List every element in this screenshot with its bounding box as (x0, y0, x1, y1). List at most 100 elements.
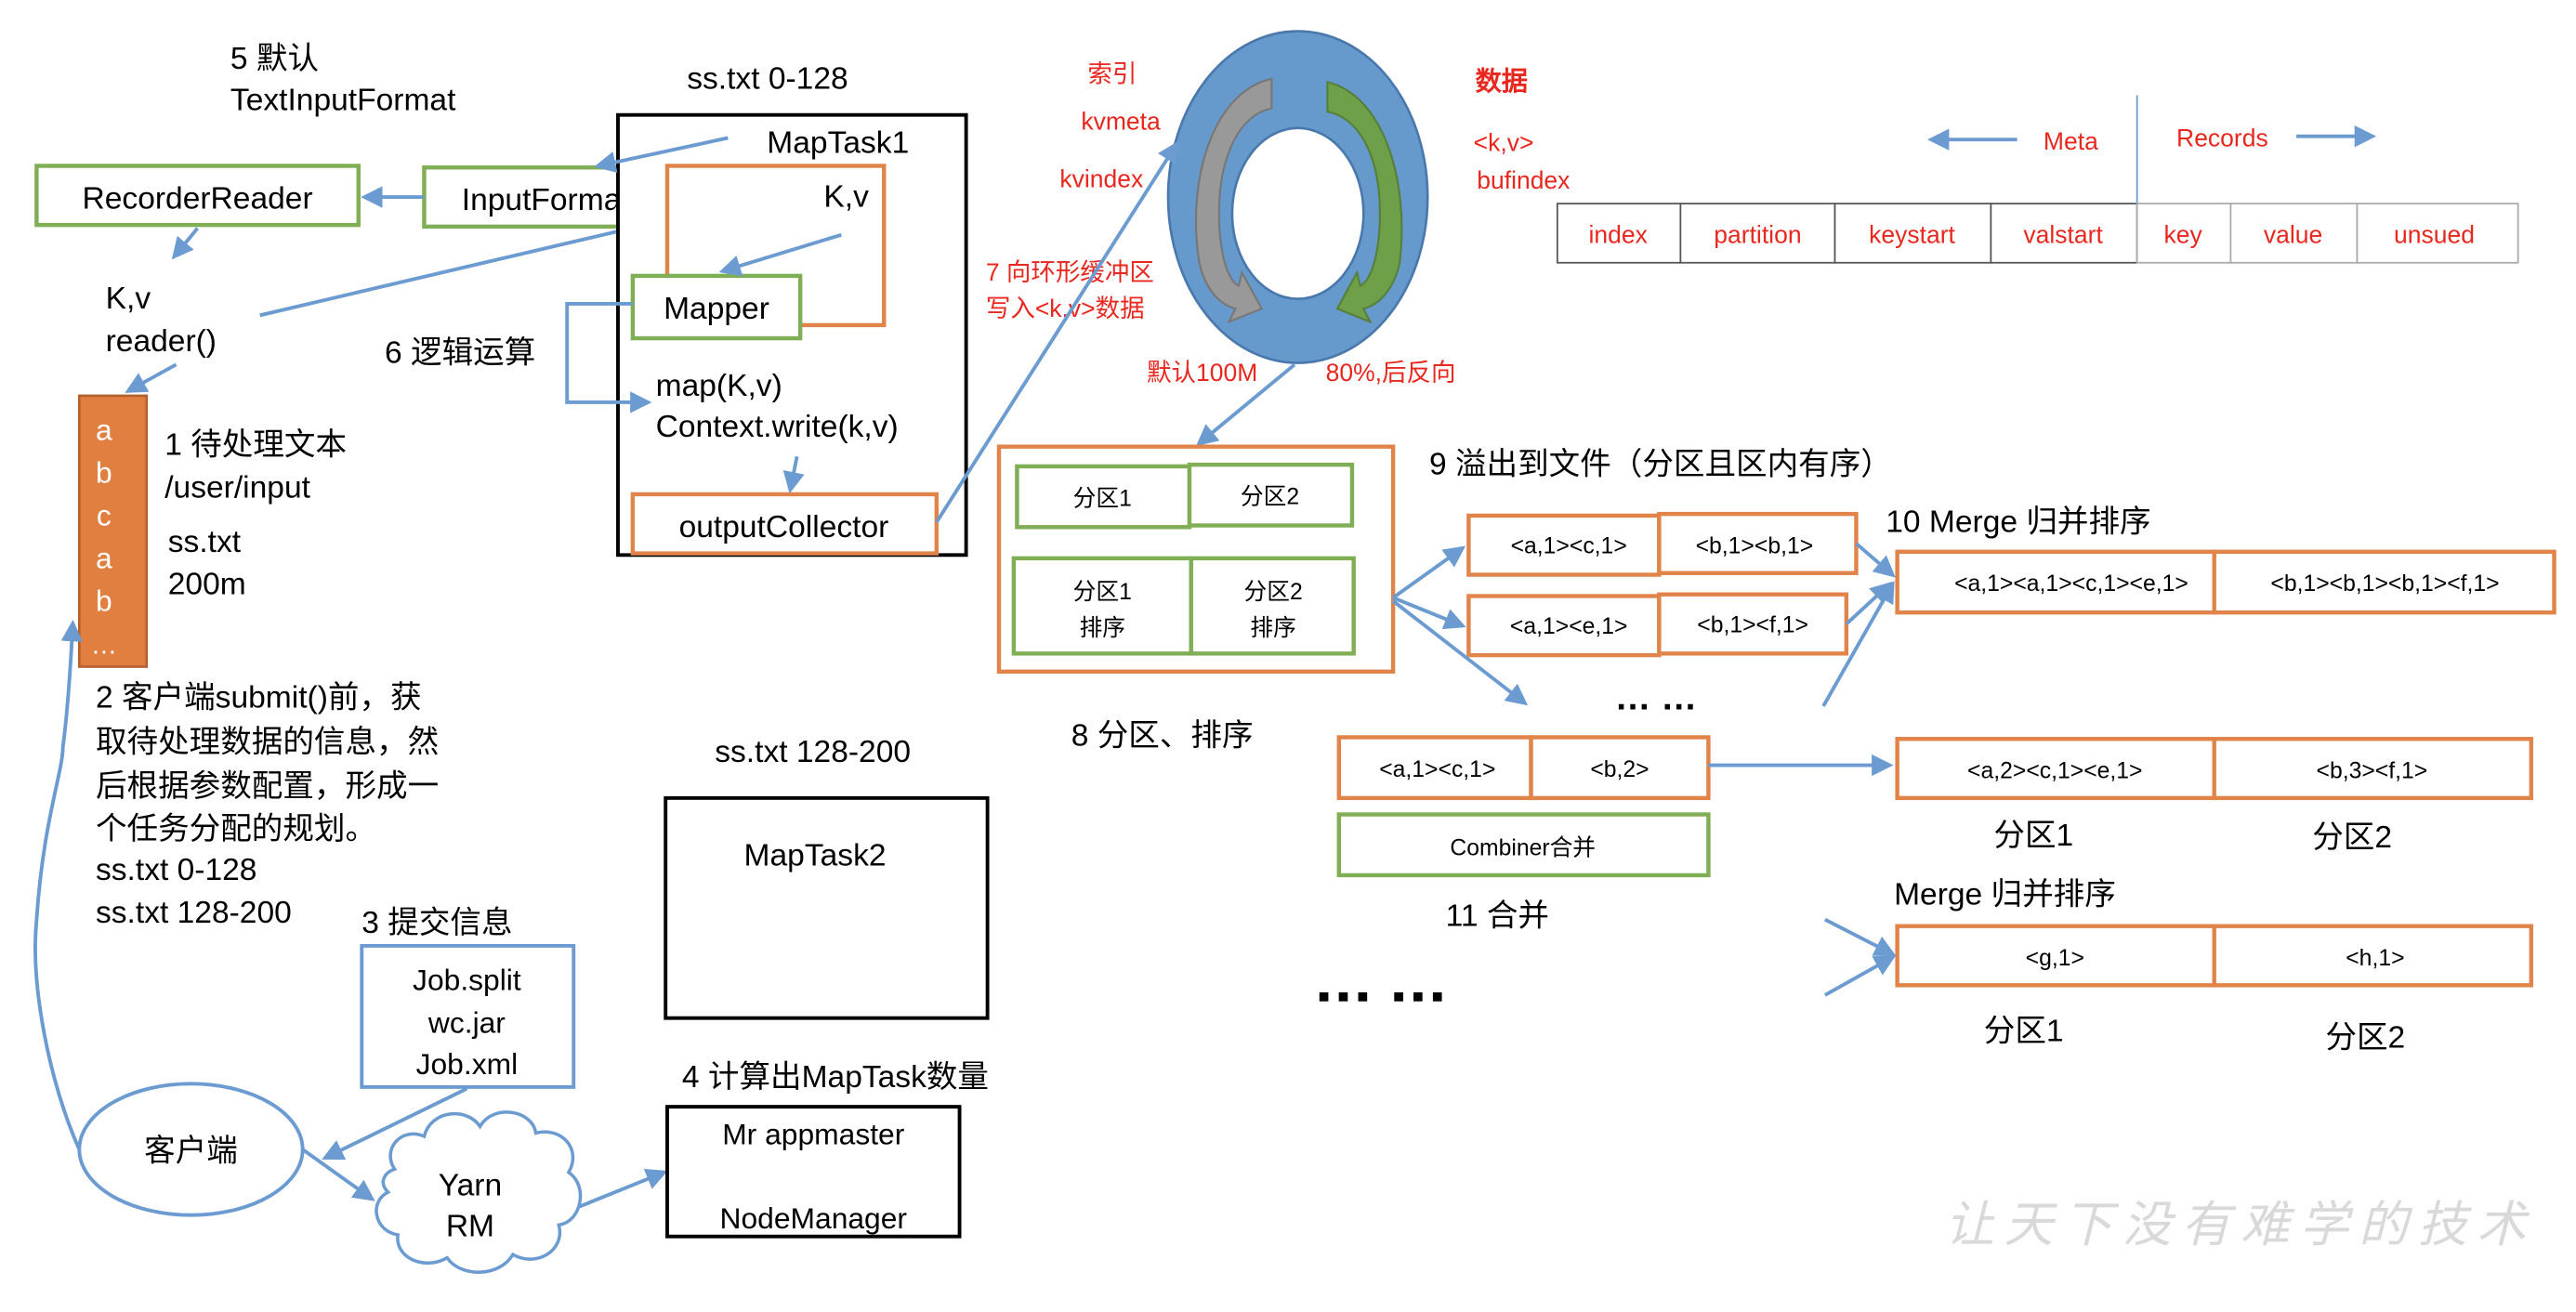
maptask2-box: MapTask2 (664, 795, 990, 1020)
result-partition2-label: 分区2 (2312, 820, 2392, 855)
partition1-label: 分区1 (1073, 485, 1132, 511)
arrow-client-to-file (33, 619, 83, 1150)
result-partition1-label: 分区1 (1993, 819, 2073, 853)
spill-cell: <b,1><b,1> (1696, 534, 1814, 559)
step1-size: 200m (168, 568, 246, 602)
combiner-label: Combiner合并 (1450, 835, 1596, 861)
output-collector-label: outputCollector (679, 510, 889, 544)
step7-line1: 7 向环形缓冲区 (986, 258, 1154, 286)
ring-data-label: 数据 (1475, 66, 1528, 96)
maptask2-title: MapTask2 (744, 838, 887, 872)
mapper-label: Mapper (664, 292, 769, 326)
nodemanager-label: NodeManager (720, 1201, 908, 1235)
step9-title: 9 溢出到文件（分区且区内有序） (1429, 447, 1892, 482)
step1-file: ss.txt (168, 525, 242, 559)
merge2-cell: <g,1> (2026, 946, 2084, 971)
arrow-to-merge2-b (1823, 955, 1897, 997)
table-cell: keystart (1869, 221, 1955, 249)
arrow-client-to-yarn (301, 1148, 375, 1201)
partition-sort-box: 分区1 分区2 分区1 排序 分区2 排序 (996, 444, 1396, 674)
step1-title: 1 待处理文本 (164, 427, 347, 463)
ring-kvmeta: kvmeta (1081, 108, 1161, 136)
spill-ellipsis: … … (1615, 677, 1698, 717)
step2-line: 后根据参数配置，形成一 (96, 768, 439, 804)
spill-file-1: <a,1><c,1> <b,1><b,1> (1466, 511, 1859, 577)
maptask1-kv: K,v (823, 180, 869, 215)
spill-cell: <a,1><e,1> (1510, 614, 1628, 639)
job-file: wc.jar (427, 1006, 506, 1040)
step2-line: 取待处理数据的信息，然 (96, 724, 439, 759)
records-label: Records (2176, 124, 2268, 151)
input-format-label: InputFormat (462, 183, 631, 217)
combiner-box: Combiner合并 (1336, 812, 1711, 878)
combiner-cell: <b,2> (1590, 757, 1649, 782)
combined-result: <a,2><c,1><e,1> <b,3><f,1> (1895, 737, 2533, 801)
step5-line2: TextInputFormat (230, 83, 456, 117)
step2-text: 2 客户端submit()前，获 取待处理数据的信息，然 后根据参数配置，形成一… (96, 680, 439, 931)
table-cell: partition (1714, 221, 1801, 249)
step5-line1: 5 默认 (230, 41, 319, 76)
map-call: map(K,v) (656, 369, 782, 403)
merge2-partition2-label: 分区2 (2325, 1020, 2405, 1055)
spill-cell: <a,1><c,1> (1511, 534, 1627, 559)
partition2-sorted-label: 排序 (1250, 615, 1295, 641)
step4-title: 4 计算出MapTask数量 (682, 1059, 989, 1095)
rm-label: RM (446, 1210, 494, 1244)
input-file-block: a b c a b … (78, 394, 149, 668)
file-char: … (91, 629, 117, 659)
kvbuffer-table: index partition keystart valstart key va… (1556, 203, 2519, 264)
job-files-box: Job.split wc.jar Job.xml (360, 943, 576, 1089)
spill-cell: <b,1><f,1> (1697, 612, 1808, 637)
partition2-sorted-label: 分区2 (1243, 579, 1302, 605)
client-label: 客户端 (144, 1133, 238, 1168)
maptask1-title: MapTask1 (767, 125, 909, 160)
table-cell: key (2164, 221, 2203, 249)
table-cell: valstart (2023, 221, 2103, 249)
step5-label: 5 默认 TextInputFormat (230, 41, 456, 117)
merged-cell: <a,1><a,1><c,1><e,1> (1954, 571, 2188, 597)
step2-line: 2 客户端submit()前，获 (96, 680, 422, 715)
table-cell: index (1589, 221, 1648, 249)
arrow-reader-to-kv (171, 227, 200, 260)
ring-default-size: 默认100M (1147, 359, 1257, 387)
merged-partitions: <a,1><a,1><c,1><e,1> <b,1><b,1><b,1><f,1… (1895, 549, 2556, 615)
yarn-rm-cloud: Yarn RM (375, 1110, 583, 1274)
step2-split1: ss.txt 0-128 (96, 853, 256, 887)
merge2-cell: <h,1> (2346, 946, 2404, 971)
step3-title: 3 提交信息 (361, 905, 512, 940)
step8-title: 8 分区、排序 (1071, 717, 1254, 753)
file-char: a (96, 541, 112, 574)
partition2-label: 分区2 (1241, 484, 1299, 510)
maptask1-split-label: ss.txt 0-128 (687, 61, 848, 96)
table-cell: unsued (2394, 221, 2475, 249)
reader-call-label: reader() (106, 324, 217, 359)
table-cell: value (2264, 221, 2322, 249)
ring-index-label: 索引 (1087, 59, 1137, 87)
ring-buffer (1166, 30, 1429, 364)
appmaster-box: Mr appmaster NodeManager (665, 1105, 962, 1239)
arrow-to-spill1 (1391, 545, 1466, 599)
kv-label: K,v (106, 282, 151, 316)
bottom-ellipsis: ▪▪▪ ▪▪▪ (1318, 977, 1451, 1017)
appmaster-label: Mr appmaster (722, 1118, 905, 1151)
step2-line: 个任务分配的规划。 (96, 811, 376, 846)
arrow-yarn-to-appmaster (577, 1168, 668, 1209)
step11-title: 11 合并 (1446, 899, 1549, 934)
merge2-partitions: <g,1> <h,1> (1895, 924, 2533, 988)
job-file: Job.split (413, 964, 521, 997)
arrow-to-spill2 (1392, 596, 1466, 630)
file-char: a (96, 413, 112, 447)
arrow-reader-to-file (125, 362, 177, 393)
job-file: Job.xml (416, 1047, 519, 1081)
step10-title: 10 Merge 归并排序 (1886, 505, 2150, 540)
recorder-reader-box: RecorderReader (34, 164, 361, 228)
combiner-cell: <a,1><c,1> (1379, 757, 1495, 782)
arrow-spill1-to-merge (1855, 542, 1896, 578)
result-cell: <a,2><c,1><e,1> (1967, 759, 2142, 784)
client-node: 客户端 (77, 1082, 305, 1217)
context-write: Context.write(k,v) (656, 410, 899, 444)
meta-label: Meta (2044, 127, 2098, 155)
spill-file-2: <a,1><e,1> <b,1><f,1> (1466, 592, 1849, 658)
file-char: b (96, 584, 112, 617)
ring-kvindex: kvindex (1059, 164, 1143, 192)
